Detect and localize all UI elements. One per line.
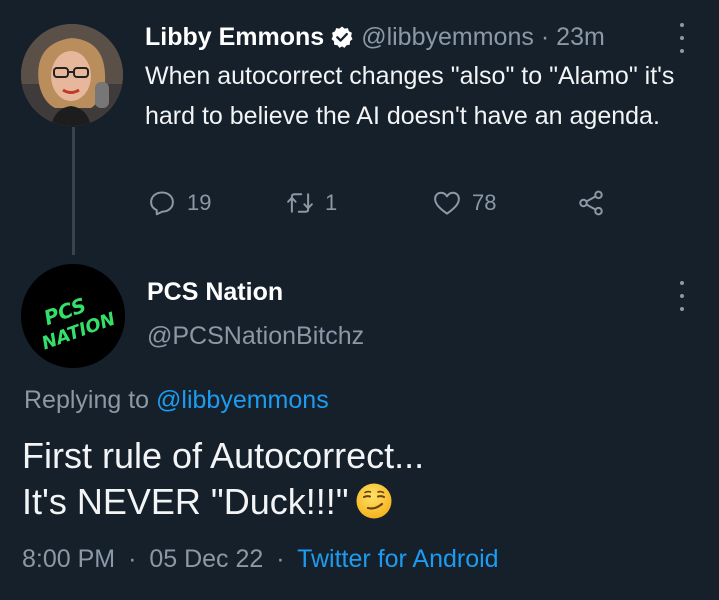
meta-separator-1: · xyxy=(128,545,137,573)
pcs-nation-logo: PCS NATION xyxy=(21,264,125,368)
reply-icon xyxy=(150,191,174,216)
retweet-icon xyxy=(287,193,313,213)
meta-separator-2: · xyxy=(276,545,285,573)
like-icon xyxy=(434,191,460,215)
retweet-count: 1 xyxy=(325,190,338,215)
reply-date[interactable]: 05 Dec 22 xyxy=(149,545,263,573)
tweet-time-ago[interactable]: 23m xyxy=(556,23,605,52)
reply-source-link[interactable]: Twitter for Android xyxy=(297,545,498,573)
pcs-nation-avatar[interactable]: PCS NATION xyxy=(21,264,125,368)
reply-more-icon[interactable] xyxy=(677,281,687,311)
reply-author-handle[interactable]: @PCSNationBitchz xyxy=(147,322,364,351)
reply-time[interactable]: 8:00 PM xyxy=(22,545,115,573)
retweet-button[interactable]: 1 xyxy=(285,188,337,218)
replying-to-handle-link[interactable]: @libbyemmons xyxy=(156,386,329,414)
tweet-text: When autocorrect changes "also" to "Alam… xyxy=(145,62,675,130)
libby-emmons-avatar[interactable] xyxy=(21,24,123,126)
smirking-face-emoji-icon xyxy=(355,482,393,520)
reply-author-name[interactable]: PCS Nation xyxy=(147,278,283,307)
reply-text-line2-wrap: It's NEVER "Duck!!!" xyxy=(22,479,424,525)
replying-to-line: Replying to @libbyemmons xyxy=(24,386,329,415)
like-count: 78 xyxy=(472,190,497,215)
author-handle[interactable]: @libbyemmons xyxy=(361,23,534,52)
author-name[interactable]: Libby Emmons xyxy=(145,23,324,52)
like-button[interactable]: 78 xyxy=(432,188,496,218)
tweet-more-icon[interactable] xyxy=(677,23,687,53)
reply-text: First rule of Autocorrect... It's NEVER … xyxy=(22,433,424,525)
avatar-photo xyxy=(21,24,123,126)
verified-badge-icon xyxy=(330,25,354,49)
share-icon xyxy=(579,190,603,216)
thread-connector-line xyxy=(72,127,75,255)
reply-count: 19 xyxy=(187,190,212,215)
reply-meta: 8:00 PM · 05 Dec 22 · Twitter for Androi… xyxy=(22,545,499,574)
reply-text-line1: First rule of Autocorrect... xyxy=(22,435,425,476)
header-separator: · xyxy=(540,22,550,51)
share-button[interactable] xyxy=(576,188,606,218)
reply-button[interactable]: 19 xyxy=(147,188,211,218)
reply-text-line2: It's NEVER "Duck!!!" xyxy=(22,481,349,522)
tweet-header: Libby Emmons @libbyemmons · 23m xyxy=(145,20,605,54)
replying-to-label: Replying to xyxy=(24,386,150,414)
